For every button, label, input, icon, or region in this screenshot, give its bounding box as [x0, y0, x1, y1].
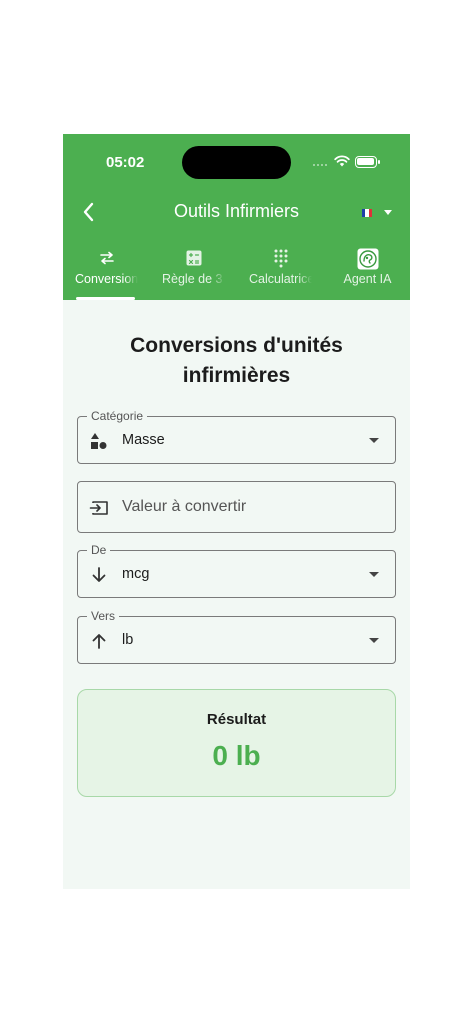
language-selector[interactable]	[360, 204, 398, 220]
app-header: 05:02 Outils Infirmiers Conversions Règl…	[63, 134, 410, 300]
to-unit-dropdown[interactable]: Vers lb	[77, 609, 396, 664]
page-title: Conversions d'unités infirmières	[130, 334, 343, 387]
battery-icon	[355, 156, 380, 168]
from-label: De	[87, 543, 111, 557]
tab-calculatrice[interactable]: Calculatrice	[237, 244, 324, 300]
active-tab-indicator	[76, 297, 135, 300]
dropdown-caret-icon	[369, 438, 379, 443]
result-value: 0 lb	[212, 740, 261, 771]
dropdown-caret-icon	[369, 572, 379, 577]
to-label: Vers	[87, 609, 120, 623]
wifi-icon	[334, 155, 350, 167]
app-title: Outils Infirmiers	[173, 201, 299, 221]
swap-arrows-icon	[99, 251, 114, 265]
tab-label: Conversions	[75, 272, 138, 286]
cellular-signal-icon	[313, 164, 329, 167]
category-dropdown[interactable]: Catégorie Masse	[77, 409, 396, 464]
value-input-field[interactable]	[77, 481, 396, 533]
tab-label: Règle de 3	[162, 272, 223, 286]
from-value: mcg	[122, 566, 150, 582]
status-icons	[311, 154, 383, 170]
arrow-down-icon	[92, 567, 106, 582]
category-label: Catégorie	[87, 409, 148, 423]
tab-label: Calculatrice	[249, 272, 312, 286]
dropdown-caret-icon	[369, 638, 379, 643]
arrow-up-icon	[92, 634, 106, 649]
tab-regle-de-3[interactable]: Règle de 3	[150, 244, 237, 300]
tab-agent-ia[interactable]: Agent IA	[324, 244, 410, 300]
value-input[interactable]	[122, 482, 387, 532]
keypad-icon	[274, 249, 287, 268]
category-shapes-icon	[91, 433, 107, 449]
result-label: Résultat	[206, 711, 267, 728]
app-screen: 05:02 Outils Infirmiers Conversions Règl…	[63, 134, 410, 889]
tab-conversions[interactable]: Conversions	[63, 244, 150, 300]
tab-label: Agent IA	[343, 272, 392, 286]
ai-agent-icon	[357, 248, 378, 270]
french-flag-icon	[362, 209, 372, 217]
input-icon	[89, 501, 108, 515]
dynamic-island	[182, 146, 291, 179]
calculator-icon	[186, 250, 201, 266]
category-value: Masse	[122, 432, 165, 448]
result-card: Résultat 0 lb	[77, 689, 396, 797]
from-unit-dropdown[interactable]: De mcg	[77, 543, 396, 598]
tab-bar: Conversions Règle de 3 Calculatrice Agen…	[63, 244, 410, 300]
to-value: lb	[122, 632, 134, 648]
dropdown-caret-icon	[384, 210, 392, 215]
status-time: 05:02	[106, 154, 145, 171]
